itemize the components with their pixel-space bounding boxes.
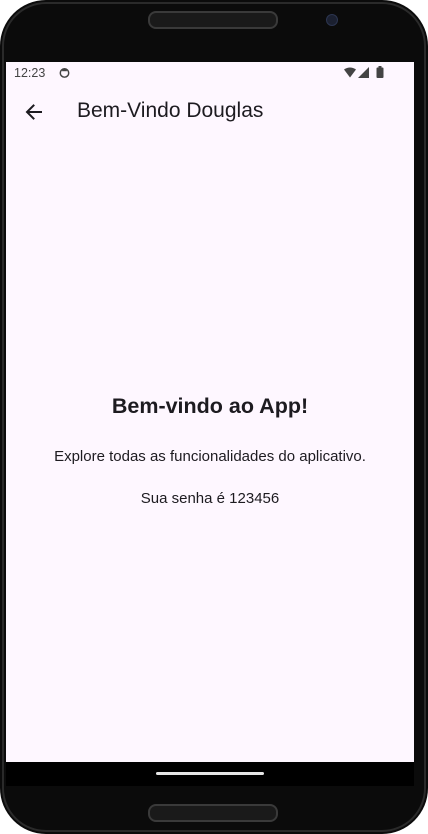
wifi-icon xyxy=(344,67,356,78)
status-bar: 12:23 xyxy=(6,62,414,84)
back-button[interactable] xyxy=(14,88,54,136)
battery-icon xyxy=(376,66,384,78)
welcome-heading: Bem-vindo ao App! xyxy=(111,394,309,418)
signal-icon xyxy=(358,67,369,78)
main-content: Bem-vindo ao App! Explore todas as funci… xyxy=(6,140,414,762)
gesture-handle[interactable] xyxy=(156,772,264,775)
earpiece-speaker xyxy=(148,11,278,29)
navigation-bar xyxy=(6,762,414,786)
status-time: 12:23 xyxy=(14,66,46,80)
device-frame: 12:23 Bem-Vindo Douglas Bem-vindo ao App… xyxy=(0,0,428,834)
password-text: Sua senha é 123456 xyxy=(140,490,280,507)
arrow-left-icon xyxy=(25,104,42,120)
bottom-speaker xyxy=(148,804,278,822)
page-title: Bem-Vindo Douglas xyxy=(77,99,264,122)
notification-icon xyxy=(59,68,70,78)
app-bar: Bem-Vindo Douglas xyxy=(6,84,414,140)
front-camera xyxy=(326,14,338,26)
screen: 12:23 Bem-Vindo Douglas Bem-vindo ao App… xyxy=(6,62,414,762)
welcome-description: Explore todas as funcionalidades do apli… xyxy=(54,448,366,465)
